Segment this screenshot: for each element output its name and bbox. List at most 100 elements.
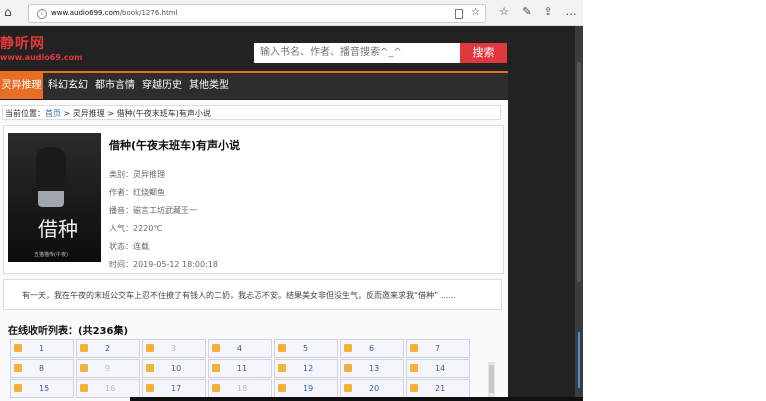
episode-number: 3 — [171, 344, 177, 353]
book-title: 借种(午夜末班车)有声小说 — [109, 139, 241, 152]
episode-item[interactable]: 2 — [76, 339, 140, 358]
meta-value: 红烧鲫鱼 — [133, 188, 165, 197]
episode-item[interactable]: 10 — [142, 359, 206, 378]
audio-file-icon — [344, 344, 352, 352]
audio-file-icon — [212, 364, 220, 372]
breadcrumb-category-link[interactable]: 灵异推理 — [73, 109, 105, 118]
meta-label: 状态： — [109, 242, 133, 251]
audio-file-icon — [212, 344, 220, 352]
share-icon[interactable]: ⇪ — [541, 5, 555, 19]
search-button[interactable]: 搜索 — [460, 43, 507, 63]
episode-item[interactable]: 3 — [142, 339, 206, 358]
audio-file-icon — [410, 384, 418, 392]
bottom-edge — [130, 397, 583, 401]
more-icon[interactable]: … — [564, 5, 578, 19]
category-nav: 灵异推理 科幻玄幻 都市言情 穿越历史 其他类型 — [0, 71, 508, 99]
address-bar[interactable]: i www.audio699.com/book/1276.html ☆ — [28, 4, 486, 23]
episode-number: 15 — [39, 384, 50, 393]
episode-number: 16 — [105, 384, 116, 393]
audio-file-icon — [80, 364, 88, 372]
episode-item[interactable]: 20 — [340, 379, 404, 398]
episode-item[interactable]: 7 — [406, 339, 470, 358]
window-scrollbar-thumb[interactable] — [577, 62, 581, 282]
nav-item-kehuan[interactable]: 科幻玄幻 — [46, 73, 90, 99]
favorites-icon[interactable]: ☆ — [497, 5, 511, 19]
info-icon[interactable]: i — [37, 9, 47, 19]
episode-item[interactable]: 16 — [76, 379, 140, 398]
breadcrumb-current: 借种(午夜末班车)有声小说 — [116, 109, 211, 118]
episode-item[interactable]: 1 — [10, 339, 74, 358]
meta-value: 连载 — [133, 242, 149, 251]
episode-item[interactable]: 21 — [406, 379, 470, 398]
book-cover[interactable]: 借种 五猫猫传(午夜) — [8, 133, 101, 262]
breadcrumb-home-link[interactable]: 首页 — [45, 109, 61, 118]
audio-file-icon — [278, 344, 286, 352]
meta-status: 状态：连载 — [109, 241, 149, 252]
episode-number: 13 — [369, 364, 380, 373]
window-scrollbar[interactable] — [575, 26, 583, 401]
episode-item[interactable]: 19 — [274, 379, 338, 398]
cover-title: 借种 — [38, 217, 78, 241]
nav-item-qita[interactable]: 其他类型 — [187, 73, 231, 99]
audio-icon[interactable] — [578, 332, 580, 388]
episode-item[interactable]: 14 — [406, 359, 470, 378]
audio-file-icon — [410, 344, 418, 352]
audio-file-icon — [146, 344, 154, 352]
meta-label: 时间： — [109, 260, 133, 269]
episode-item[interactable]: 15 — [10, 379, 74, 398]
search-input[interactable] — [254, 43, 460, 63]
meta-label: 类别： — [109, 170, 133, 179]
audio-file-icon — [146, 384, 154, 392]
meta-value: 灵异推理 — [133, 170, 165, 179]
episode-item[interactable]: 17 — [142, 379, 206, 398]
meta-label: 作者： — [109, 188, 133, 197]
star-icon[interactable]: ☆ — [471, 4, 480, 21]
main-content: 当前位置：首页 > 灵异推理 > 借种(午夜末班车)有声小说 借种 五猫猫传(午… — [0, 100, 508, 401]
episode-number: 4 — [237, 344, 243, 353]
meta-value: 2220℃ — [133, 224, 163, 233]
audio-file-icon — [410, 364, 418, 372]
web-page: 静听网 www.audio69.com 搜索 灵异推理 科幻玄幻 都市言情 穿越… — [0, 26, 575, 401]
episode-item[interactable]: 6 — [340, 339, 404, 358]
home-icon[interactable]: ⌂ — [4, 6, 16, 18]
episode-number: 10 — [171, 364, 182, 373]
nav-item-lingyi[interactable]: 灵异推理 — [0, 73, 43, 99]
episode-item[interactable]: 11 — [208, 359, 272, 378]
episode-item[interactable]: 13 — [340, 359, 404, 378]
episode-list-title: 在线收听列表：(共236集) — [8, 326, 129, 337]
episode-item[interactable]: 18 — [208, 379, 272, 398]
audio-file-icon — [146, 364, 154, 372]
episode-item[interactable]: 8 — [10, 359, 74, 378]
book-description: 有一天，我在午夜的末班公交车上忍不住撩了有钱人的二奶，我忐忑不安。结果美女非但没… — [3, 279, 502, 310]
nav-item-dushi[interactable]: 都市言情 — [93, 73, 137, 99]
episode-number: 7 — [435, 344, 441, 353]
audio-file-icon — [14, 384, 22, 392]
url-path: /book/1276.html — [119, 9, 178, 17]
cover-hair — [36, 147, 66, 191]
browser-toolbar: ⌂ i www.audio699.com/book/1276.html ☆ ☆ … — [0, 0, 583, 26]
episode-item[interactable]: 5 — [274, 339, 338, 358]
nav-item-chuanyue[interactable]: 穿越历史 — [140, 73, 184, 99]
episode-number: 21 — [435, 384, 446, 393]
cover-caption: 五猫猫传(午夜) — [34, 252, 68, 258]
meta-time: 时间：2019-05-12 18:00:18 — [109, 259, 218, 270]
episode-item[interactable]: 4 — [208, 339, 272, 358]
reader-icon[interactable] — [455, 9, 463, 19]
site-logo[interactable]: 静听网 — [0, 33, 45, 53]
audio-file-icon — [278, 384, 286, 392]
episode-number: 12 — [303, 364, 314, 373]
episode-item[interactable]: 9 — [76, 359, 140, 378]
meta-label: 播音： — [109, 206, 133, 215]
breadcrumb-separator: > — [61, 109, 73, 118]
breadcrumb-prefix: 当前位置： — [5, 109, 45, 118]
episode-list-scrollbar[interactable] — [488, 362, 495, 399]
meta-value: 磁言工坊武藏王一 — [133, 206, 197, 215]
audio-file-icon — [14, 344, 22, 352]
book-info-panel: 借种 五猫猫传(午夜) 借种(午夜末班车)有声小说 类别：灵异推理 作者：红烧鲫… — [3, 125, 504, 274]
audio-file-icon — [80, 344, 88, 352]
meta-value: 2019-05-12 18:00:18 — [133, 260, 218, 269]
scrollbar-thumb[interactable] — [489, 365, 494, 393]
url-text[interactable]: www.audio699.com/book/1276.html — [51, 5, 177, 22]
episode-item[interactable]: 12 — [274, 359, 338, 378]
read-aloud-icon[interactable]: ✎ — [520, 5, 534, 19]
